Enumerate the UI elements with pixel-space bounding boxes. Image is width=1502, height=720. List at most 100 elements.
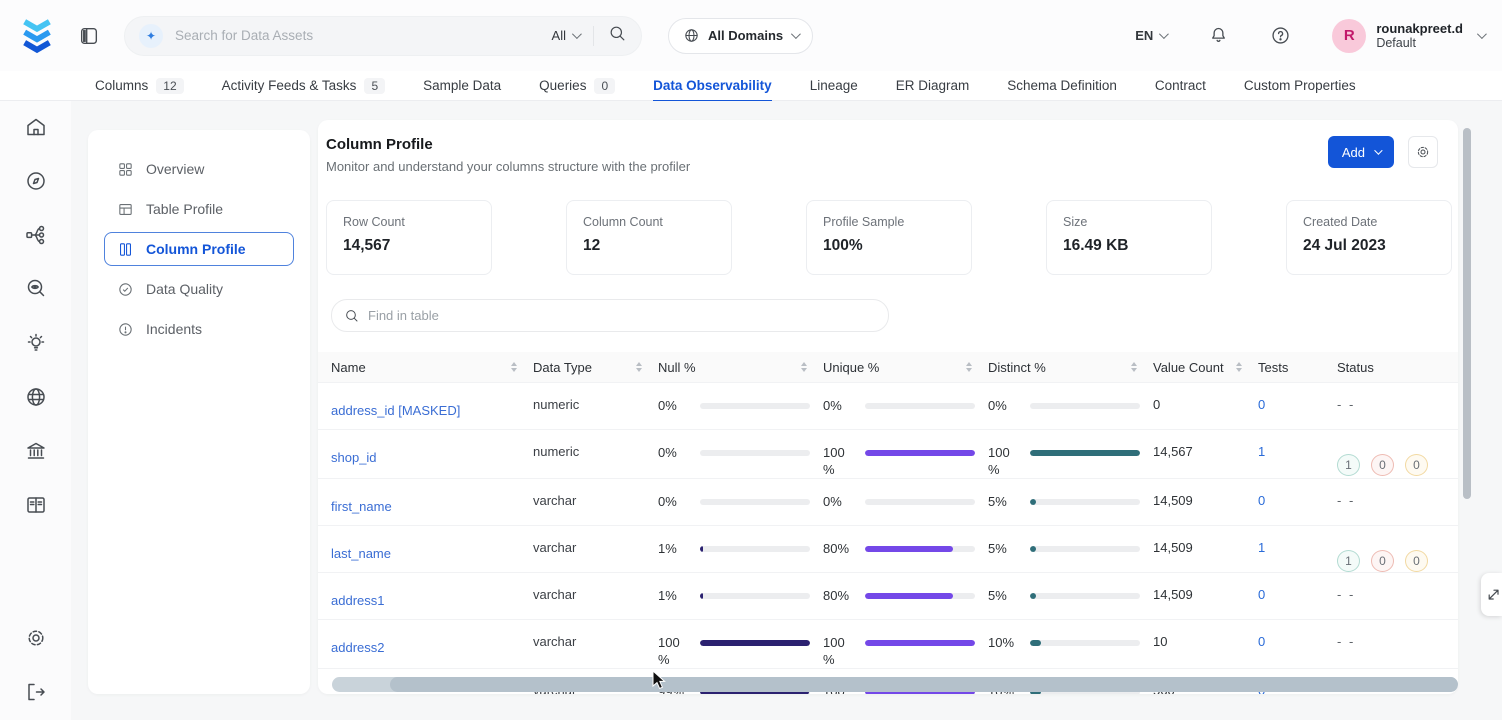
topbar: ✦ All All Domains EN — [0, 0, 1502, 71]
domains-globe-icon[interactable] — [24, 385, 48, 409]
governance-bank-icon[interactable] — [24, 439, 48, 463]
sort-icon[interactable] — [1236, 362, 1242, 372]
distinct-percent-cell: 0% — [988, 383, 1153, 414]
stat-column-count: Column Count 12 — [566, 200, 732, 275]
tests-link[interactable]: 1 — [1258, 540, 1265, 555]
stat-profile-sample: Profile Sample 100% — [806, 200, 972, 275]
find-in-table-input[interactable] — [368, 308, 876, 323]
column-name-cell: last_name — [331, 526, 533, 561]
vertical-scrollbar-thumb[interactable] — [1463, 128, 1471, 499]
notifications-bell-icon[interactable] — [1208, 25, 1230, 47]
tab-contract[interactable]: Contract — [1155, 71, 1206, 101]
sort-icon[interactable] — [801, 362, 807, 372]
tests-cell: 0 — [1258, 383, 1337, 412]
horizontal-scrollbar-thumb[interactable] — [390, 677, 1458, 692]
value-count-cell: 10 — [1153, 620, 1258, 649]
tab-er-diagram[interactable]: ER Diagram — [896, 71, 970, 101]
sort-icon[interactable] — [511, 362, 517, 372]
subnav-data-quality[interactable]: Data Quality — [104, 272, 294, 306]
column-header-status: Status — [1337, 360, 1447, 375]
tests-link[interactable]: 0 — [1258, 493, 1265, 508]
column-name-link[interactable]: first_name — [331, 499, 392, 514]
sort-icon[interactable] — [1131, 362, 1137, 372]
table-body: address_id [MASKED]numeric 0% 0% 0% 00- … — [318, 382, 1458, 694]
null-percent-cell: 0% — [658, 430, 823, 461]
chevron-down-icon — [572, 29, 582, 39]
sidebar-toggle-icon[interactable] — [78, 25, 100, 47]
subnav-column-profile[interactable]: Column Profile — [104, 232, 294, 266]
global-search-input[interactable] — [175, 28, 552, 43]
tests-link[interactable]: 0 — [1258, 397, 1265, 412]
tab-count-badge: 12 — [156, 78, 183, 94]
no-status: - - — [1337, 493, 1355, 508]
column-header-null-[interactable]: Null % — [658, 360, 823, 375]
discovery-search-eye-icon[interactable] — [24, 277, 48, 301]
percent-bar — [865, 499, 975, 505]
data-type-cell: varchar — [533, 479, 658, 508]
tab-sample-data[interactable]: Sample Data — [423, 71, 501, 101]
subnav-table-profile[interactable]: Table Profile — [104, 192, 294, 226]
search-scope-dropdown[interactable]: All — [552, 28, 579, 43]
tests-cell: 1 — [1258, 430, 1337, 459]
percent-bar — [865, 593, 975, 599]
subnav-overview[interactable]: Overview — [104, 152, 294, 186]
user-menu-chevron-icon[interactable] — [1477, 29, 1487, 39]
insights-lightbulb-icon[interactable] — [24, 331, 48, 355]
lineage-flow-icon[interactable] — [24, 223, 48, 247]
aborted-badge: 0 — [1405, 454, 1428, 476]
tab-data-observability[interactable]: Data Observability — [653, 71, 772, 101]
column-name-link[interactable]: address2 — [331, 640, 384, 655]
distinct-percent-cell: 5% — [988, 526, 1153, 557]
column-name-link[interactable]: address_id [MASKED] — [331, 403, 460, 418]
sort-icon[interactable] — [636, 362, 642, 372]
tab-activity-feeds[interactable]: Activity Feeds & Tasks 5 — [222, 71, 385, 101]
value-count-cell: 14,509 — [1153, 573, 1258, 602]
column-header-distinct-[interactable]: Distinct % — [988, 360, 1153, 375]
explore-compass-icon[interactable] — [24, 169, 48, 193]
search-icon[interactable] — [608, 24, 627, 48]
column-name-link[interactable]: shop_id — [331, 450, 377, 465]
column-header-unique-[interactable]: Unique % — [823, 360, 988, 375]
column-name-link[interactable]: last_name — [331, 546, 391, 561]
tests-link[interactable]: 1 — [1258, 444, 1265, 459]
tests-cell: 1 — [1258, 526, 1337, 555]
table-row: address1varchar 1% 80% 5% 14,5090- - — [318, 572, 1458, 619]
content-area: Overview Table Profile Column Profile Da… — [71, 101, 1502, 720]
fullscreen-toggle[interactable] — [1481, 573, 1502, 616]
glossary-book-icon[interactable] — [24, 493, 48, 517]
settings-gear-icon[interactable] — [24, 626, 48, 650]
chevron-down-icon — [1374, 146, 1382, 154]
tab-custom-properties[interactable]: Custom Properties — [1244, 71, 1356, 101]
test-status-badges: 1 0 0 — [1337, 444, 1447, 476]
help-icon[interactable] — [1270, 25, 1292, 47]
home-icon[interactable] — [24, 115, 48, 139]
tab-lineage[interactable]: Lineage — [810, 71, 858, 101]
tab-schema-definition[interactable]: Schema Definition — [1007, 71, 1117, 101]
column-header-name[interactable]: Name — [331, 360, 533, 375]
find-in-table[interactable] — [331, 299, 889, 332]
profiler-settings-button[interactable] — [1408, 136, 1438, 168]
status-cell: 1 0 0 — [1337, 526, 1447, 572]
column-header-value-count[interactable]: Value Count — [1153, 360, 1258, 375]
subnav-incidents[interactable]: Incidents — [104, 312, 294, 346]
language-dropdown[interactable]: EN — [1135, 28, 1166, 43]
column-header-data-type[interactable]: Data Type — [533, 360, 658, 375]
tab-queries[interactable]: Queries 0 — [539, 71, 615, 101]
app-logo-icon[interactable] — [18, 14, 56, 58]
avatar[interactable]: R — [1332, 19, 1366, 53]
table-icon — [117, 201, 134, 218]
logout-icon[interactable] — [24, 680, 48, 704]
chevron-down-icon — [791, 29, 801, 39]
sort-icon[interactable] — [966, 362, 972, 372]
tests-link[interactable]: 0 — [1258, 634, 1265, 649]
global-search[interactable]: ✦ All — [124, 16, 642, 56]
domains-dropdown[interactable]: All Domains — [668, 18, 813, 54]
table-row: shop_idnumeric 0% 100 % 100 % 14,5671 1 … — [318, 429, 1458, 478]
unique-percent-cell: 100 % — [823, 430, 988, 478]
column-name-link[interactable]: address1 — [331, 593, 384, 608]
horizontal-scrollbar[interactable] — [332, 677, 1458, 692]
percent-metric: 5% — [988, 493, 1153, 510]
add-button[interactable]: Add — [1328, 136, 1394, 168]
tab-columns[interactable]: Columns 12 — [95, 71, 184, 101]
tests-link[interactable]: 0 — [1258, 587, 1265, 602]
